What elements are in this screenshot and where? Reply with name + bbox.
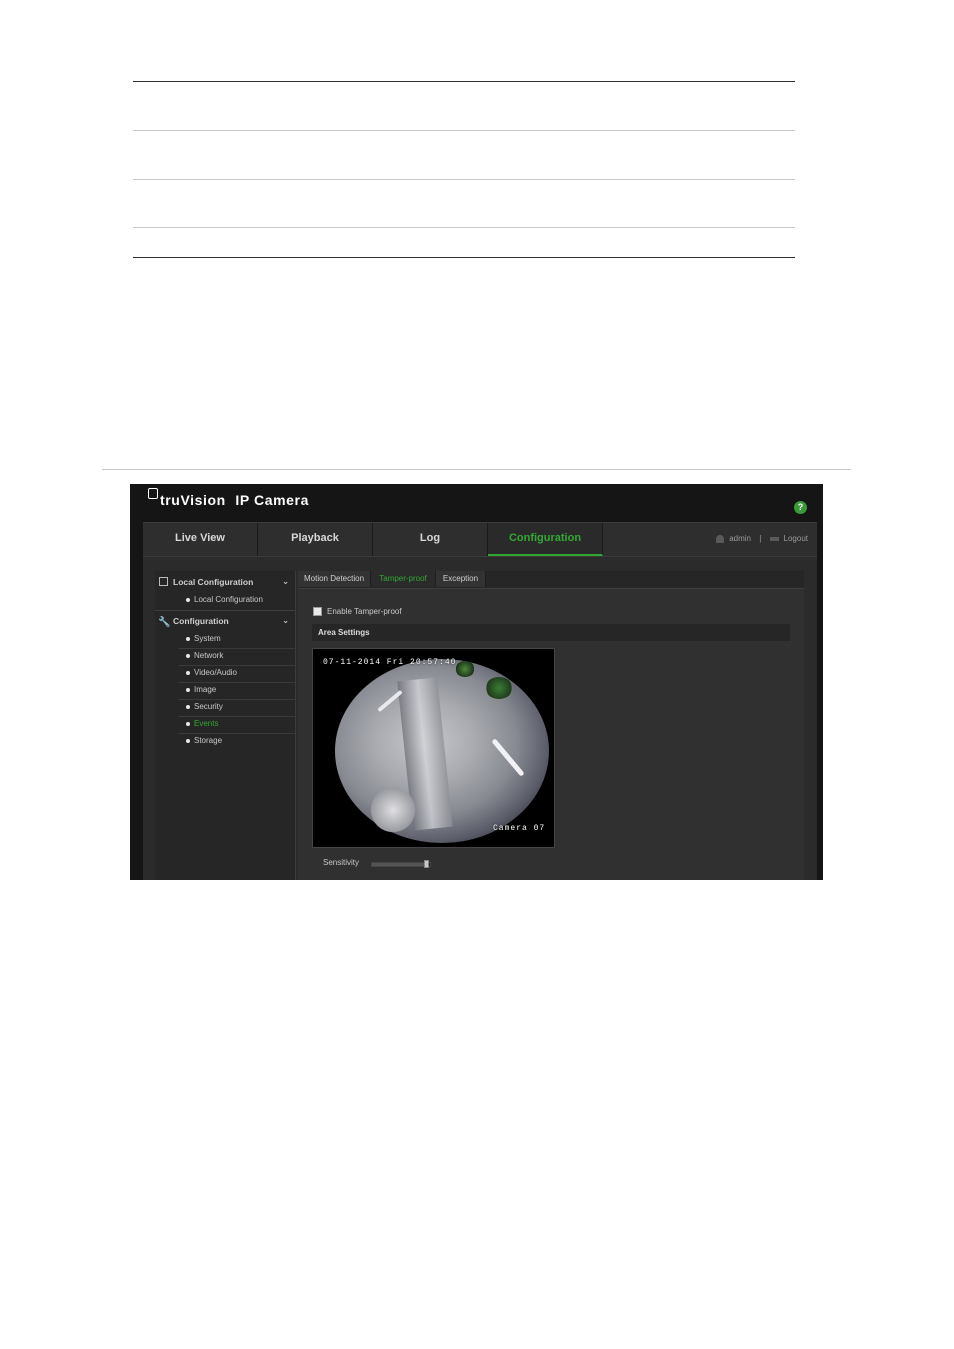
- bullet-icon: [186, 688, 190, 692]
- user-icon: [716, 534, 725, 543]
- enable-tamper-proof-row[interactable]: Enable Tamper-proof: [313, 606, 402, 618]
- sidebar-item-label: Events: [194, 719, 219, 728]
- enable-tamper-proof-label: Enable Tamper-proof: [327, 607, 402, 616]
- sidebar-item-label: Video/Audio: [194, 668, 237, 677]
- tab-exception[interactable]: Exception: [436, 571, 486, 587]
- sidebar-section-label: Local Configuration: [173, 577, 254, 587]
- sidebar-item-label: Local Configuration: [194, 595, 263, 604]
- sidebar-section-configuration[interactable]: 🔧 Configuration ⌄: [155, 612, 295, 630]
- username: admin: [729, 534, 751, 543]
- table-top-rule: [133, 81, 795, 82]
- sidebar-item-image[interactable]: Image: [179, 682, 295, 700]
- sidebar-item-label: Security: [194, 702, 223, 711]
- subtab-bar: Motion Detection Tamper-proof Exception: [298, 571, 804, 589]
- brand-logo: truVision IP Camera: [148, 488, 309, 508]
- section-divider: [102, 469, 851, 470]
- sidebar-item-network[interactable]: Network: [179, 648, 295, 666]
- sensitivity-slider[interactable]: [371, 860, 431, 868]
- chevron-down-icon: ⌄: [282, 577, 289, 586]
- video-preview[interactable]: 07-11-2014 Fri 20:57:40 Camera 07: [312, 648, 555, 848]
- fisheye-image: [335, 659, 549, 843]
- logout-link[interactable]: Logout: [784, 534, 808, 543]
- sidebar-item-security[interactable]: Security: [179, 699, 295, 717]
- table-row-divider: [133, 130, 795, 131]
- sidebar-item-video-audio[interactable]: Video/Audio: [179, 665, 295, 683]
- osd-camera-name: Camera 07: [493, 824, 546, 833]
- local-config-icon: [159, 577, 168, 586]
- tab-tamper-proof[interactable]: Tamper-proof: [371, 571, 436, 587]
- bullet-icon: [186, 598, 190, 602]
- tab-log[interactable]: Log: [373, 523, 488, 556]
- camera-web-ui: truVision IP Camera ? Live View Playback…: [130, 484, 823, 880]
- bullet-icon: [186, 637, 190, 641]
- osd-timestamp: 07-11-2014 Fri 20:57:40: [323, 658, 457, 667]
- content-area: Local Configuration ⌄ Local Configuratio…: [143, 557, 817, 880]
- table-bottom-rule: [133, 257, 795, 258]
- sidebar-item-label: Network: [194, 651, 224, 660]
- bullet-icon: [186, 722, 190, 726]
- bullet-icon: [186, 705, 190, 709]
- table-row-divider: [133, 227, 795, 228]
- table-row-divider: [133, 179, 795, 180]
- tab-configuration[interactable]: Configuration: [488, 523, 603, 556]
- user-area: admin | Logout: [716, 523, 808, 556]
- area-settings-header: Area Settings: [312, 624, 790, 641]
- sidebar-item-storage[interactable]: Storage: [179, 733, 295, 750]
- tab-live-view[interactable]: Live View: [143, 523, 258, 556]
- main-nav: Live View Playback Log Configuration adm…: [143, 522, 817, 557]
- sidebar-item-events[interactable]: Events: [179, 716, 295, 734]
- help-icon[interactable]: ?: [794, 501, 807, 514]
- bullet-icon: [186, 654, 190, 658]
- sensitivity-label: Sensitivity: [323, 858, 360, 867]
- sidebar-item-local-configuration[interactable]: Local Configuration: [179, 592, 295, 609]
- user-separator: |: [759, 534, 762, 543]
- tab-playback[interactable]: Playback: [258, 523, 373, 556]
- sidebar-item-label: System: [194, 634, 221, 643]
- settings-panel: Motion Detection Tamper-proof Exception …: [298, 571, 804, 880]
- sidebar-section-label: Configuration: [173, 616, 229, 626]
- bullet-icon: [186, 671, 190, 675]
- sensitivity-slider-handle[interactable]: [424, 860, 430, 868]
- sidebar: Local Configuration ⌄ Local Configuratio…: [155, 571, 296, 880]
- sidebar-item-label: Storage: [194, 736, 223, 745]
- brand-mark-icon: [148, 488, 158, 499]
- bullet-icon: [186, 739, 190, 743]
- sensitivity-slider-fill: [372, 863, 428, 866]
- sidebar-divider: [155, 610, 295, 611]
- app-title: IP Camera: [235, 492, 309, 508]
- brand-name: truVision: [160, 492, 226, 508]
- wrench-icon: 🔧: [158, 617, 171, 628]
- tab-motion-detection[interactable]: Motion Detection: [298, 571, 371, 587]
- chevron-down-icon: ⌄: [282, 616, 289, 625]
- sidebar-section-local-configuration[interactable]: Local Configuration ⌄: [155, 573, 295, 591]
- sidebar-item-system[interactable]: System: [179, 631, 295, 649]
- sidebar-item-label: Image: [194, 685, 217, 694]
- logout-icon: [769, 536, 779, 541]
- enable-tamper-proof-checkbox[interactable]: [313, 607, 322, 617]
